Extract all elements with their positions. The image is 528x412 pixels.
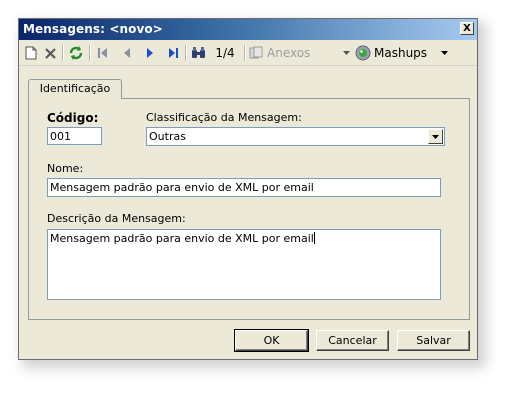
code-field[interactable]: 001 — [47, 127, 102, 145]
next-record-icon[interactable] — [143, 44, 157, 62]
mashups-icon — [355, 45, 371, 61]
tab-panel: Código: 001 Classificação da Mensagem: O… — [28, 98, 470, 320]
toolbar-separator — [244, 45, 246, 61]
refresh-icon[interactable] — [67, 44, 85, 62]
record-position: 1/4 — [215, 46, 235, 60]
attachment-icon — [249, 46, 263, 60]
name-field[interactable]: Mensagem padrão para envio de XML por em… — [47, 178, 441, 197]
previous-record-icon[interactable] — [120, 44, 134, 62]
toolbar-separator — [89, 45, 91, 61]
attachments-button[interactable]: Anexos — [249, 44, 311, 62]
window-title: Mensagens: <novo> — [23, 22, 163, 36]
text-cursor — [313, 232, 315, 244]
description-textarea[interactable]: Mensagem padrão para envio de XML por em… — [47, 229, 441, 300]
new-document-icon[interactable] — [23, 44, 39, 62]
search-icon[interactable] — [190, 44, 208, 62]
delete-icon[interactable] — [42, 44, 58, 62]
first-record-icon[interactable] — [95, 44, 111, 62]
mashups-label: Mashups — [374, 46, 428, 60]
toolbar-separator — [185, 45, 187, 61]
ok-button[interactable]: OK — [234, 329, 309, 352]
classification-label: Classificação da Mensagem: — [146, 111, 302, 124]
attachments-dropdown-icon[interactable] — [341, 44, 351, 62]
mashups-button[interactable]: Mashups — [355, 44, 431, 62]
title-bar[interactable]: Mensagens: <novo> X — [19, 19, 477, 40]
close-button[interactable]: X — [460, 22, 474, 35]
code-label: Código: — [47, 111, 99, 125]
last-record-icon[interactable] — [165, 44, 181, 62]
save-button[interactable]: Salvar — [397, 330, 470, 351]
toolbar: 1/4 Anexos Mashups — [19, 41, 477, 66]
dialog-window: Mensagens: <novo> X 1/4 Anexos Mashups I… — [18, 18, 478, 360]
description-text: Mensagem padrão para envio de XML por em… — [50, 232, 314, 245]
tab-identificacao[interactable]: Identificação — [28, 79, 122, 100]
toolbar-separator — [62, 45, 64, 61]
mashups-dropdown-icon[interactable] — [439, 44, 449, 62]
attachments-label: Anexos — [267, 46, 311, 60]
name-label: Nome: — [47, 162, 84, 175]
chevron-down-icon[interactable] — [428, 129, 443, 144]
classification-value: Outras — [149, 130, 186, 143]
description-label: Descrição da Mensagem: — [47, 212, 186, 225]
cancel-button[interactable]: Cancelar — [316, 330, 389, 351]
classification-select[interactable]: Outras — [146, 127, 445, 146]
